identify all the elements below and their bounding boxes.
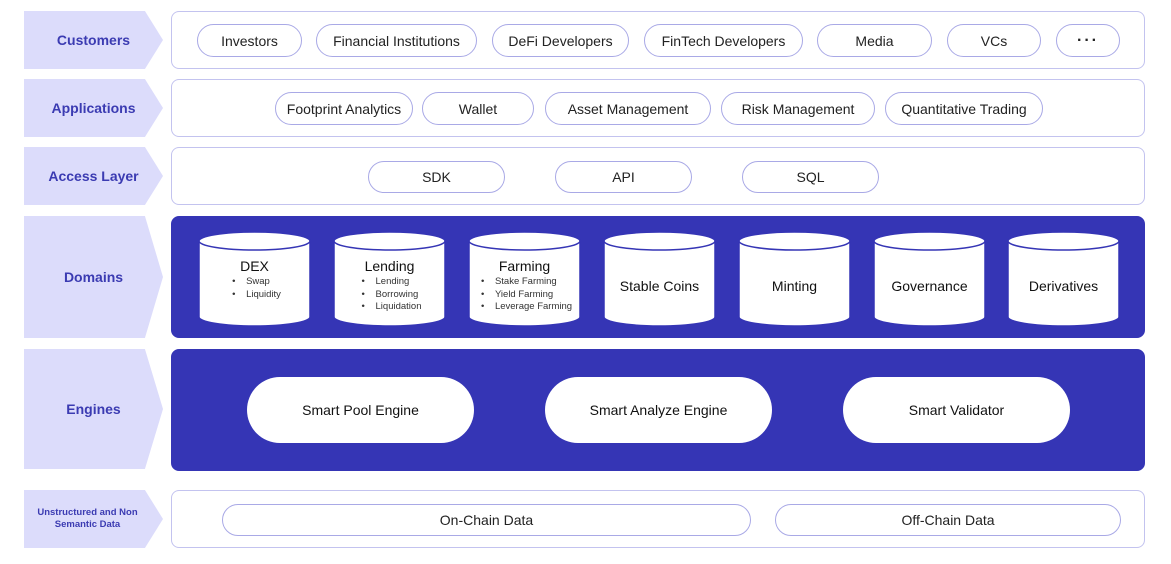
layer-label-customers: Customers [24, 11, 163, 69]
app-wallet: Wallet [422, 92, 534, 125]
domain-cylinder-farming: Farming Stake FarmingYield FarmingLeverag… [468, 231, 581, 327]
access-band: SDK API SQL [171, 147, 1145, 205]
domain-title-minting: Minting [771, 278, 818, 294]
domain-text: LendingLendingBorrowingLiquidation [333, 231, 446, 327]
domain-text: Governance [873, 231, 986, 327]
customer-financial-institutions: Financial Institutions [316, 24, 477, 57]
domain-subitem: Stake Farming [481, 276, 572, 289]
engine-smart-analyze: Smart Analyze Engine [545, 377, 772, 443]
domain-title-dex: DEX [240, 258, 269, 274]
layer-label-engines: Engines [24, 349, 163, 469]
domain-subitem: Liquidity [232, 289, 281, 302]
customer-more-ellipsis: ··· [1056, 24, 1120, 57]
access-sql: SQL [742, 161, 879, 193]
data-on-chain: On-Chain Data [222, 504, 751, 536]
domain-cylinder-dex: DEX SwapLiquidity [198, 231, 311, 327]
domain-title-stable-coins: Stable Coins [619, 278, 700, 294]
data-band: On-Chain Data Off-Chain Data [171, 490, 1145, 548]
engine-smart-validator: Smart Validator [843, 377, 1070, 443]
app-risk-management: Risk Management [721, 92, 875, 125]
domain-text: DEX SwapLiquidity [198, 231, 311, 327]
layer-label-access: Access Layer [24, 147, 163, 205]
domain-subitem: Lending [362, 276, 422, 289]
app-footprint-analytics: Footprint Analytics [275, 92, 413, 125]
applications-band: Footprint Analytics Wallet Asset Managem… [171, 79, 1145, 137]
domain-text: Farming Stake FarmingYield FarmingLeverag… [468, 231, 581, 327]
domain-subitem: Swap [232, 276, 281, 289]
engine-smart-pool: Smart Pool Engine [247, 377, 474, 443]
domain-title-governance: Governance [891, 278, 968, 294]
domain-sublist: Stake FarmingYield FarmingLeverage Farmi… [477, 276, 572, 314]
domain-cylinder-minting: Minting [738, 231, 851, 327]
domain-cylinder-governance: Governance [873, 231, 986, 327]
domain-cylinder-lending: LendingLendingBorrowingLiquidation [333, 231, 446, 327]
customer-investors: Investors [197, 24, 302, 57]
access-sdk: SDK [368, 161, 505, 193]
customer-media: Media [817, 24, 932, 57]
domain-sublist: SwapLiquidity [228, 276, 281, 301]
domain-text: Minting [738, 231, 851, 327]
domain-subitem: Leverage Farming [481, 301, 572, 314]
domain-subitem: Borrowing [362, 289, 422, 302]
domain-cylinder-derivatives: Derivatives [1007, 231, 1120, 327]
domain-text: Derivatives [1007, 231, 1120, 327]
domain-title-farming: Farming [498, 258, 551, 274]
domain-title-derivatives: Derivatives [1028, 278, 1099, 294]
domain-title-lending: Lending [364, 258, 415, 274]
data-off-chain: Off-Chain Data [775, 504, 1121, 536]
customers-band: Investors Financial Institutions DeFi De… [171, 11, 1145, 69]
customer-defi-developers: DeFi Developers [492, 24, 629, 57]
domain-subitem: Yield Farming [481, 289, 572, 302]
domain-text: Stable Coins [603, 231, 716, 327]
customer-fintech-developers: FinTech Developers [644, 24, 803, 57]
layer-label-applications: Applications [24, 79, 163, 137]
layer-label-domains: Domains [24, 216, 163, 338]
app-quantitative-trading: Quantitative Trading [885, 92, 1043, 125]
customer-vcs: VCs [947, 24, 1041, 57]
domain-sublist: LendingBorrowingLiquidation [358, 276, 422, 314]
app-asset-management: Asset Management [545, 92, 711, 125]
domain-cylinder-stable-coins: Stable Coins [603, 231, 716, 327]
domain-subitem: Liquidation [362, 301, 422, 314]
layer-label-data: Unstructured and Non Semantic Data [24, 490, 163, 548]
access-api: API [555, 161, 692, 193]
